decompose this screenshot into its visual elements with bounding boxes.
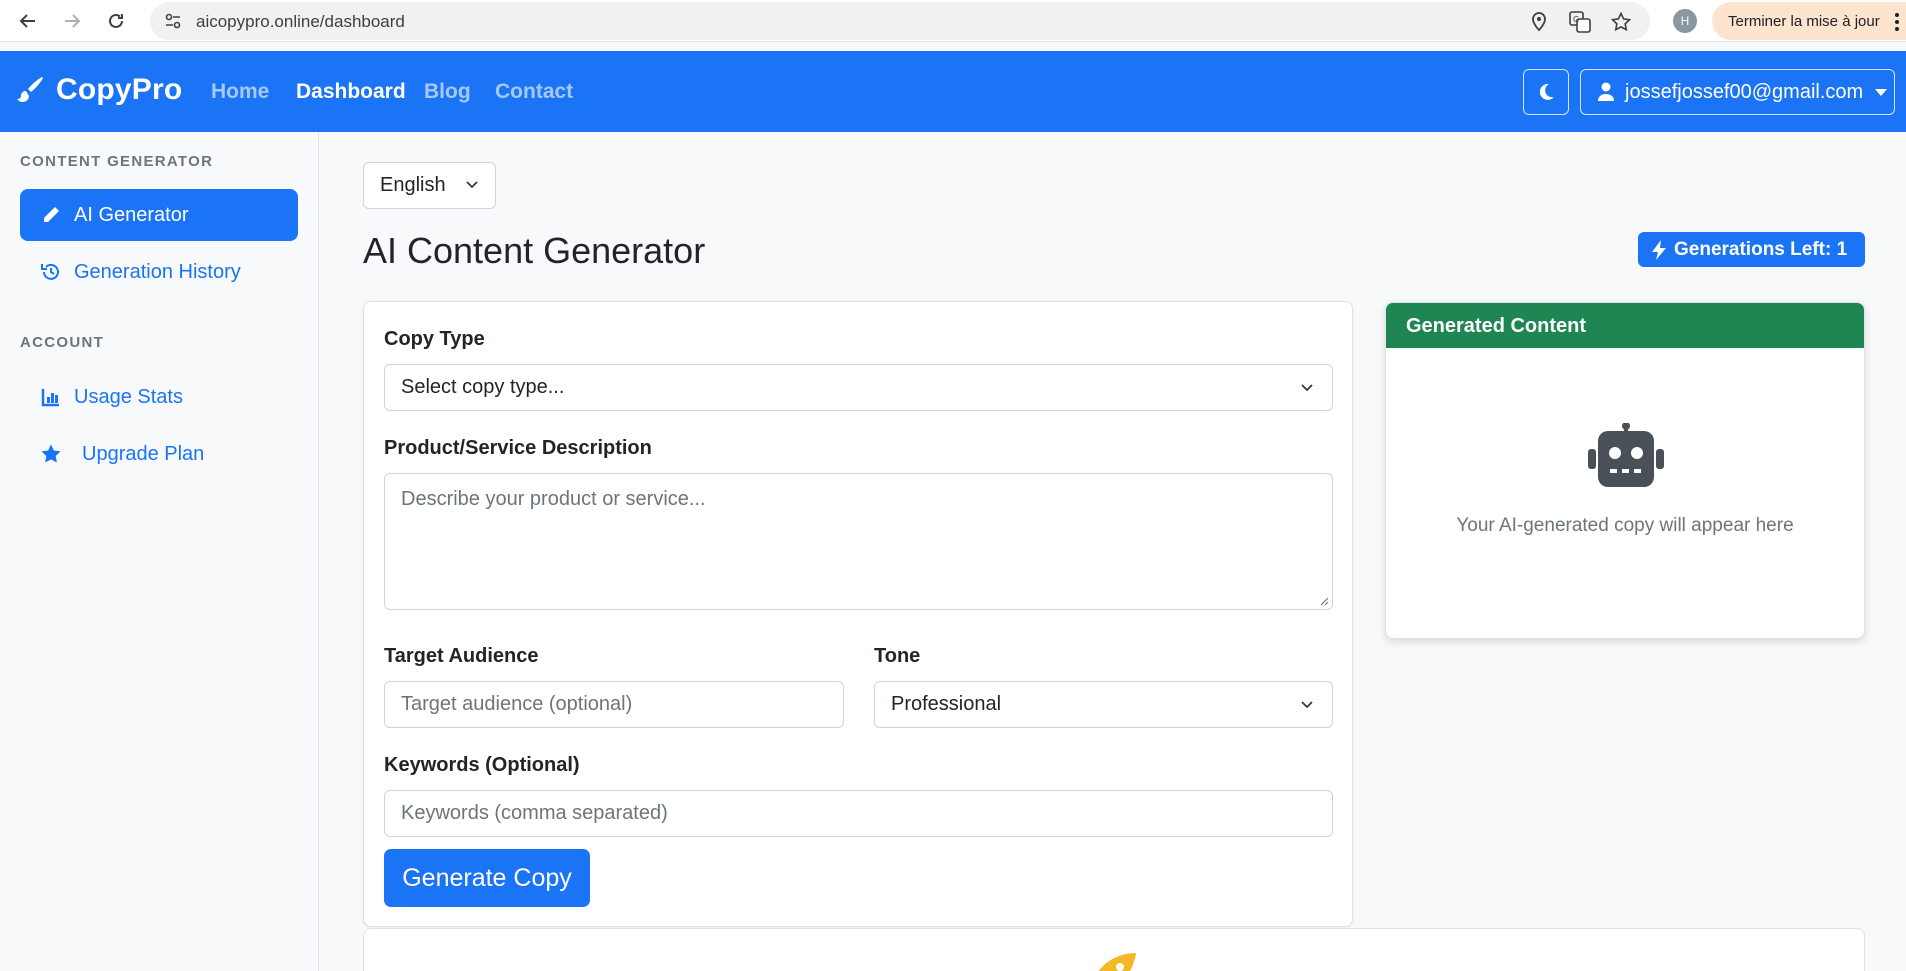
chevron-down-icon [1301, 384, 1313, 392]
audience-input[interactable]: Target audience (optional) [384, 681, 844, 728]
page-title: AI Content Generator [363, 230, 706, 271]
sidebar-item-label: AI Generator [74, 203, 189, 226]
theme-toggle-button[interactable] [1523, 69, 1569, 115]
user-menu-button[interactable]: jossefjossef00@gmail.com [1580, 69, 1895, 115]
chevron-down-icon [1875, 88, 1888, 96]
star-icon [40, 443, 62, 465]
generate-copy-button[interactable]: Generate Copy [384, 849, 590, 907]
sidebar-heading-content-generator: CONTENT GENERATOR [20, 153, 214, 170]
app-navbar: CopyPro Home Dashboard Blog Contact joss… [0, 51, 1906, 132]
generated-content-card: Generated Content Your AI-generated copy… [1385, 302, 1865, 639]
copy-type-label: Copy Type [384, 328, 485, 350]
nav-link-home[interactable]: Home [211, 80, 269, 104]
bolt-icon [1652, 239, 1666, 260]
nav-link-blog[interactable]: Blog [424, 80, 471, 104]
update-label: Terminer la mise à jour [1728, 13, 1880, 30]
generated-content-header: Generated Content [1386, 303, 1864, 348]
description-textarea[interactable]: Describe your product or service... [384, 473, 1333, 610]
sidebar-item-label: Usage Stats [74, 385, 183, 408]
description-placeholder: Describe your product or service... [401, 488, 706, 510]
user-icon [1598, 82, 1614, 101]
site-info-icon[interactable] [164, 12, 182, 30]
brand-name: CopyPro [56, 73, 183, 106]
sidebar-item-upgrade-plan[interactable]: Upgrade Plan [20, 428, 298, 480]
user-email: jossefjossef00@gmail.com [1625, 80, 1864, 103]
output-placeholder: Your AI-generated copy will appear here [1456, 515, 1794, 536]
description-label: Product/Service Description [384, 437, 652, 459]
history-icon [40, 261, 62, 283]
keywords-placeholder: Keywords (comma separated) [401, 802, 668, 824]
sidebar-item-generation-history[interactable]: Generation History [20, 246, 298, 298]
nav-link-contact[interactable]: Contact [495, 80, 573, 104]
language-select[interactable]: English [363, 162, 496, 209]
keywords-label: Keywords (Optional) [384, 754, 580, 776]
robot-icon [1588, 423, 1664, 487]
keywords-input[interactable]: Keywords (comma separated) [384, 790, 1333, 837]
back-icon[interactable] [16, 9, 40, 33]
update-button[interactable]: Terminer la mise à jour [1712, 2, 1906, 40]
menu-dots-icon[interactable] [1894, 11, 1900, 33]
sidebar-item-label: Generation History [74, 260, 241, 283]
brand-logo[interactable]: CopyPro [14, 73, 182, 107]
url-text[interactable]: aicopypro.online/dashboard [196, 12, 405, 32]
bookmark-star-icon[interactable] [1610, 11, 1632, 33]
reload-icon[interactable] [104, 9, 128, 33]
svg-text:G: G [1573, 15, 1579, 24]
sidebar-item-label: Upgrade Plan [82, 442, 205, 465]
tone-select[interactable]: Professional [874, 681, 1333, 728]
chart-icon [40, 386, 62, 408]
resize-handle-icon[interactable] [1319, 596, 1329, 606]
browser-toolbar: aicopypro.online/dashboard G H Terminer … [0, 0, 1906, 42]
copy-type-placeholder: Select copy type... [401, 376, 565, 398]
sidebar-item-usage-stats[interactable]: Usage Stats [20, 371, 298, 423]
sidebar-item-ai-generator[interactable]: AI Generator [20, 189, 298, 241]
generations-left-text: Generations Left: 1 [1674, 238, 1848, 260]
copy-type-select[interactable]: Select copy type... [384, 364, 1333, 411]
nav-link-dashboard[interactable]: Dashboard [296, 80, 406, 104]
brush-icon [17, 77, 43, 103]
language-value: English [380, 174, 446, 196]
bottom-card [363, 928, 1865, 971]
location-icon[interactable] [1528, 11, 1550, 33]
address-bar[interactable]: aicopypro.online/dashboard G [150, 2, 1650, 40]
sidebar: CONTENT GENERATOR AI Generator Generatio… [0, 132, 319, 971]
moon-icon [1539, 83, 1554, 100]
sidebar-heading-account: ACCOUNT [20, 334, 105, 351]
chevron-down-icon [1301, 701, 1313, 709]
tone-value: Professional [891, 693, 1002, 715]
translate-icon[interactable]: G [1569, 11, 1591, 33]
audience-label: Target Audience [384, 645, 539, 667]
pencil-icon [40, 204, 62, 226]
generations-left-badge: Generations Left: 1 [1638, 232, 1865, 267]
profile-avatar[interactable]: H [1673, 9, 1697, 33]
rocket-icon [1098, 953, 1136, 971]
audience-placeholder: Target audience (optional) [401, 693, 633, 715]
chevron-down-icon [466, 181, 478, 189]
tone-label: Tone [874, 645, 921, 667]
generator-form-card: Copy Type Select copy type... Product/Se… [363, 301, 1353, 927]
forward-icon[interactable] [60, 9, 84, 33]
